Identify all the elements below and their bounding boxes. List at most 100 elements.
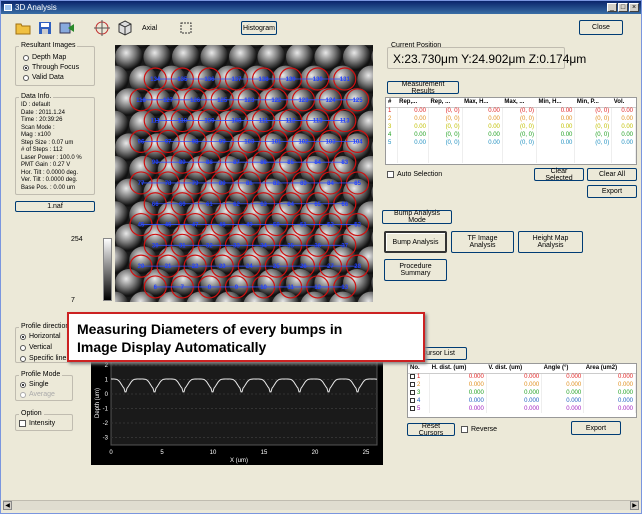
- procedure-summary-button[interactable]: Procedure Summary: [384, 259, 447, 281]
- measurement-cell: (0, 0): [428, 123, 463, 131]
- measurement-row[interactable]: 4 0.00 (0, 0) 0.00 (0, 0) 0.00 (0, 0) 0.00: [386, 131, 636, 139]
- cursor-row-checkbox-cell[interactable]: 4: [408, 397, 431, 405]
- cursor-row-checkbox-cell[interactable]: 1: [408, 373, 431, 381]
- intensity-colorbar: [103, 238, 112, 301]
- export-image-icon[interactable]: [59, 21, 75, 35]
- cursor-row[interactable]: 2 0.000 0.000 0.000 0.000: [408, 381, 636, 389]
- save-disk-icon[interactable]: [38, 21, 52, 35]
- cursor-row-checkbox[interactable]: [410, 397, 415, 403]
- bump-image-display[interactable]: 134 135 136 137 138 139 130 131118 127 126 125 123 1…: [115, 45, 373, 302]
- cursor-header: Angle (°): [541, 364, 584, 374]
- cursor-cell: 0.000: [429, 389, 487, 397]
- profile-plot[interactable]: 210-1-2-3 0 5 10 15 20 25 Depth (um) X (um): [91, 355, 383, 465]
- measurement-cell: (0, 0): [428, 115, 463, 123]
- 3d-cube-icon[interactable]: [117, 20, 133, 36]
- bump-label: 88: [206, 160, 213, 166]
- histogram-button[interactable]: Histogram: [241, 21, 277, 35]
- maximize-button[interactable]: □: [618, 3, 628, 12]
- cursor-row-checkbox-cell[interactable]: 2: [408, 381, 431, 389]
- bump-label: 52: [327, 223, 334, 229]
- bump-label: 122: [271, 98, 282, 104]
- close-button[interactable]: Close: [579, 20, 623, 35]
- bump-label: 83: [341, 160, 348, 166]
- cursor-header: H. dist. (um): [429, 364, 487, 374]
- measurement-cell: (0, 0): [502, 123, 538, 131]
- cursor-row-checkbox-cell[interactable]: 3: [408, 389, 431, 397]
- through-focus-label: Through Focus: [32, 64, 80, 71]
- bump-label: 35: [287, 243, 294, 249]
- cursor-row[interactable]: 1 0.000 0.000 0.000 0.000: [408, 373, 636, 381]
- reverse-checkbox[interactable]: [461, 426, 468, 433]
- bump-label: 139: [286, 77, 297, 83]
- data-info-title: Data Info.: [19, 93, 54, 100]
- clear-selected-button[interactable]: Clear Selected: [534, 168, 584, 182]
- vertical-radio[interactable]: [20, 345, 26, 351]
- scroll-right-icon[interactable]: ▶: [630, 501, 639, 510]
- bump-label: 97: [165, 139, 172, 145]
- bump-label: 21: [165, 264, 172, 270]
- horizontal-radio[interactable]: [20, 334, 26, 340]
- cursor-row[interactable]: 5 0.000 0.000 0.000 0.000: [408, 405, 636, 413]
- cursor-export-button[interactable]: Export: [571, 421, 621, 435]
- height-map-analysis-button[interactable]: Height Map Analysis: [518, 231, 583, 253]
- file-name-button[interactable]: 1.naf: [15, 201, 95, 212]
- measurement-header: Rep,...: [397, 98, 429, 108]
- measurement-header: Max, ...: [502, 98, 537, 108]
- bump-label: 130: [313, 77, 324, 83]
- bump-label: 80: [219, 181, 226, 187]
- cursor-cell: 0.000: [541, 389, 585, 397]
- auto-selection-checkbox[interactable]: [387, 171, 394, 178]
- crosshair-icon[interactable]: [94, 20, 110, 36]
- measurement-cell: (0, 0): [574, 123, 613, 131]
- reset-cursors-button[interactable]: Reset Cursors: [407, 423, 455, 437]
- bump-label: 109: [204, 119, 215, 125]
- valid-data-radio[interactable]: [23, 75, 29, 81]
- clear-all-button[interactable]: Clear All: [587, 168, 637, 181]
- bump-label: 81: [246, 181, 253, 187]
- cursor-row-checkbox[interactable]: [410, 389, 415, 395]
- bump-analysis-mode-button[interactable]: Bump Analysis Mode: [382, 210, 452, 224]
- bump-label: 104: [353, 139, 364, 145]
- measurement-row[interactable]: 2 0.00 (0, 0) 0.00 (0, 0) 0.00 (0, 0) 0.00: [386, 115, 636, 123]
- bump-label: 11: [287, 285, 294, 291]
- reverse-label: Reverse: [471, 426, 498, 433]
- measurement-cell: 0.00: [462, 123, 503, 131]
- measurement-row[interactable]: 3 0.00 (0, 0) 0.00 (0, 0) 0.00 (0, 0) 0.00: [386, 123, 636, 131]
- data-info-lines: ID : default Date : 2011.1.24 Time : 20:39…: [21, 102, 82, 192]
- vertical-label: Vertical: [29, 344, 52, 351]
- bump-label: 31: [179, 243, 186, 249]
- cursor-row[interactable]: 3 0.000 0.000 0.000 0.000: [408, 389, 636, 397]
- scroll-left-icon[interactable]: ◀: [3, 501, 12, 510]
- open-folder-icon[interactable]: [15, 21, 31, 35]
- single-radio[interactable]: [20, 382, 26, 388]
- cursor-cell: 0.000: [541, 381, 585, 389]
- bump-analysis-button[interactable]: Bump Analysis: [384, 231, 447, 253]
- cursor-cell: 0.000: [486, 389, 543, 397]
- data-info-line: Hor. Tilt : 0.0000 deg.: [21, 169, 79, 176]
- fit-view-icon[interactable]: [179, 21, 193, 35]
- measurement-row[interactable]: 5 0.00 (0, 0) 0.00 (0, 0) 0.00 (0, 0) 0.00: [386, 139, 636, 147]
- measurement-export-button[interactable]: Export: [587, 185, 637, 198]
- cursor-cell: 0.000: [429, 405, 487, 413]
- depth-map-radio[interactable]: [23, 55, 29, 61]
- cursor-row[interactable]: 4 0.000 0.000 0.000 0.000: [408, 397, 636, 405]
- window-title: 3D Analysis: [15, 3, 57, 12]
- cursor-row-checkbox[interactable]: [410, 405, 415, 411]
- close-window-button[interactable]: ×: [629, 3, 639, 12]
- measurement-results-button[interactable]: Measurement Results: [387, 81, 459, 95]
- tf-image-analysis-button[interactable]: TF Image Analysis: [451, 231, 514, 253]
- cursor-row-checkbox[interactable]: [410, 381, 415, 387]
- through-focus-radio[interactable]: [23, 65, 29, 71]
- cursor-cell: 0.000: [429, 373, 487, 381]
- colorbar-min: 7: [71, 297, 75, 304]
- measurement-table-panel: # Rep,... Rep, ... Max, H... Max, ... Min, H.…: [385, 97, 637, 165]
- cursor-row-checkbox[interactable]: [410, 374, 415, 380]
- minimize-button[interactable]: _: [607, 3, 617, 12]
- cursor-row-checkbox-cell[interactable]: 5: [408, 405, 431, 413]
- cursor-table-panel: No. H. dist. (um) V. dist. (um) Angle (°) Ar…: [407, 363, 637, 418]
- horizontal-scrollbar[interactable]: ◀ ▶: [3, 500, 639, 510]
- measurement-row[interactable]: 1 0.00 (0, 0) 0.00 (0, 0) 0.00 (0, 0) 0.00: [386, 107, 636, 115]
- data-info-line: Laser Power : 100.0 %: [21, 154, 82, 161]
- specific-line-radio[interactable]: [20, 356, 26, 362]
- intensity-checkbox[interactable]: [19, 420, 26, 427]
